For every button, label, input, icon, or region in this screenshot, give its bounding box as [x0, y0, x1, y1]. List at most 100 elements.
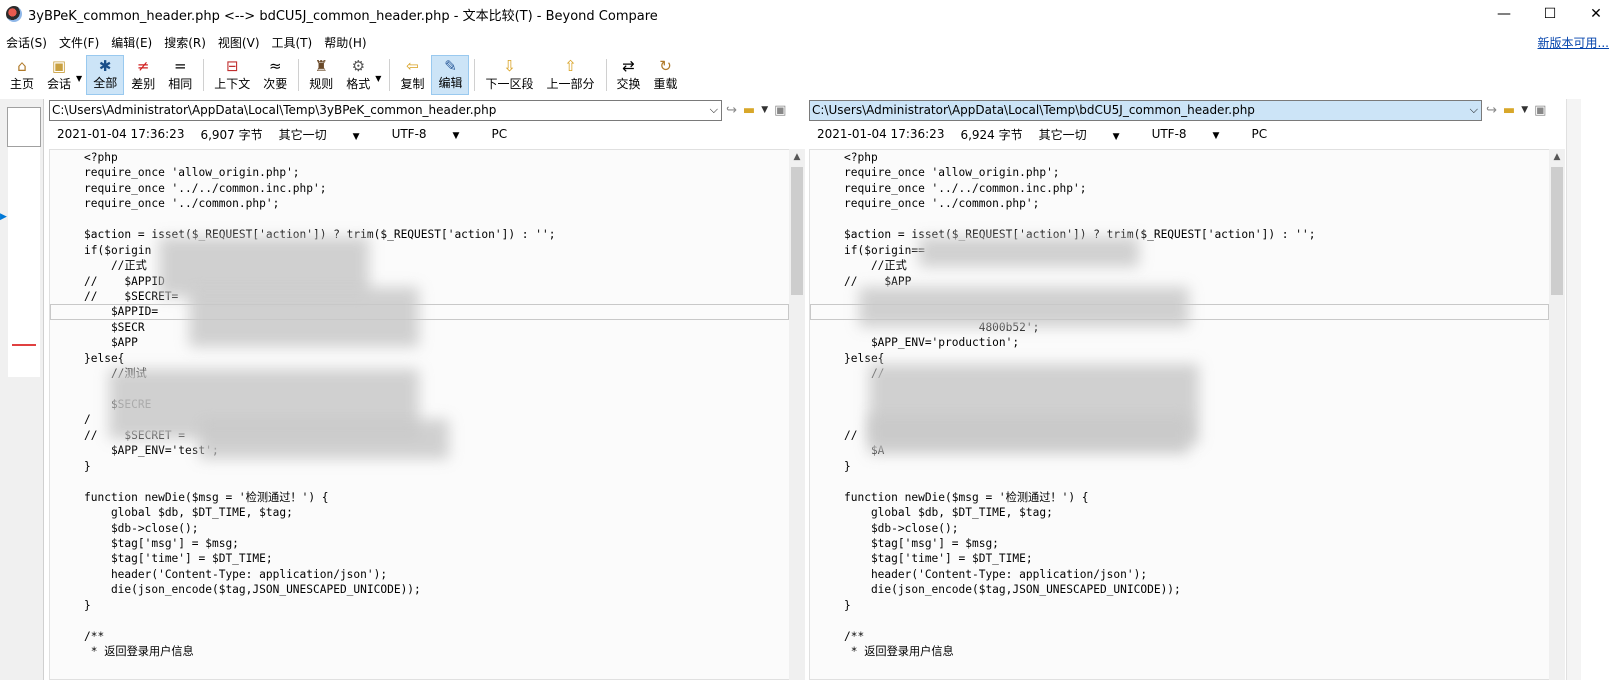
- context-button[interactable]: ⊟ 上下文: [208, 55, 256, 95]
- right-path-actions: ↪ ▬ ▼ ▣: [1486, 103, 1546, 118]
- code-line: /**: [84, 629, 105, 643]
- menu-help[interactable]: 帮助(H): [324, 34, 366, 51]
- code-line: $tag['time'] = $DT_TIME;: [844, 552, 1033, 566]
- scroll-up-icon[interactable]: ▲: [1549, 149, 1565, 165]
- overview-diff-marker: [12, 344, 36, 346]
- show-same-button[interactable]: = 相同: [162, 55, 198, 95]
- menu-session[interactable]: 会话(S): [6, 34, 47, 51]
- left-line-ending[interactable]: PC: [491, 127, 507, 141]
- toolbar: ⌂ 主页 ▣ 会话 ▼ ✱ 全部 ≠ 差别 = 相同 ⊟ 上下文 ≈ 次要 ♜ …: [0, 55, 1619, 95]
- left-encoding-mode: 其它一切: [278, 127, 327, 142]
- right-path-row: C:\Users\Administrator\AppData\Local\Tem…: [809, 99, 1565, 121]
- history-icon[interactable]: ↪: [726, 103, 737, 118]
- chevron-down-icon: ▼: [352, 131, 360, 142]
- code-line: require_once '../common.php';: [84, 197, 280, 211]
- right-encoding-dropdown[interactable]: 其它一切 ▼: [1039, 126, 1136, 143]
- show-all-button[interactable]: ✱ 全部: [86, 55, 125, 95]
- asterisk-icon: ✱: [98, 56, 112, 75]
- code-line: $tag['msg'] = $msg;: [844, 536, 999, 550]
- pencil-icon: ✎: [444, 56, 457, 75]
- code-line: }else{: [84, 351, 125, 365]
- copy-button[interactable]: ⇦ 复制: [394, 55, 430, 95]
- swap-button[interactable]: ⇄ 交换: [611, 55, 647, 95]
- left-scroll-thumb[interactable]: [791, 167, 803, 295]
- left-vertical-scrollbar[interactable]: ▲: [789, 149, 805, 680]
- copy-left-arrow-icon: ⇦: [406, 56, 419, 75]
- diff-overview-panel[interactable]: ▶: [0, 99, 44, 680]
- session-label: 会话: [47, 77, 72, 91]
- history-icon[interactable]: ↪: [1486, 103, 1497, 118]
- overview-viewport[interactable]: [7, 107, 41, 147]
- window-title: 3yBPeK_common_header.php <--> bdCU5J_com…: [28, 8, 658, 24]
- menu-tools[interactable]: 工具(T): [272, 34, 313, 51]
- close-button[interactable]: ✕: [1573, 0, 1619, 28]
- left-path-actions: ↪ ▬ ▼ ▣: [726, 103, 786, 118]
- code-line: }: [84, 598, 91, 612]
- redacted-region: [919, 237, 1139, 267]
- save-icon[interactable]: ▣: [774, 103, 786, 118]
- toolbar-separator: [389, 59, 391, 91]
- minor-button[interactable]: ≈ 次要: [257, 55, 293, 95]
- left-file-pane: C:\Users\Administrator\AppData\Local\Tem…: [49, 99, 805, 680]
- context-icon: ⊟: [225, 56, 239, 75]
- menu-view[interactable]: 视图(V): [218, 34, 260, 51]
- right-edge-panel: [1566, 99, 1619, 680]
- window-controls: — ☐ ✕: [1481, 0, 1619, 28]
- folder-open-icon[interactable]: ▬: [1503, 103, 1515, 118]
- rules-button[interactable]: ♜ 规则: [303, 55, 339, 95]
- format-button[interactable]: ⚙ 格式: [340, 55, 376, 95]
- show-diff-button[interactable]: ≠ 差别: [125, 55, 161, 95]
- session-button[interactable]: ▣ 会话: [41, 55, 77, 95]
- left-path-input[interactable]: C:\Users\Administrator\AppData\Local\Tem…: [49, 99, 722, 121]
- maximize-button[interactable]: ☐: [1527, 0, 1573, 28]
- left-path-row: C:\Users\Administrator\AppData\Local\Tem…: [49, 99, 805, 121]
- chevron-down-icon: ▼: [1212, 131, 1220, 141]
- chevron-down-icon[interactable]: ▼: [1521, 105, 1528, 115]
- left-encoding-dropdown[interactable]: 其它一切 ▼: [279, 126, 376, 143]
- scroll-up-icon[interactable]: ▲: [789, 149, 805, 165]
- home-icon: ⌂: [17, 56, 27, 75]
- save-icon[interactable]: ▣: [1534, 103, 1546, 118]
- down-arrow-icon: ⇩: [503, 56, 516, 75]
- swap-label: 交换: [616, 77, 641, 91]
- chevron-down-icon[interactable]: ▼: [761, 105, 768, 115]
- minimize-button[interactable]: —: [1481, 0, 1527, 28]
- code-line: $SECR: [84, 320, 145, 334]
- code-line: die(json_encode($tag,JSON_UNESCAPED_UNIC…: [84, 583, 421, 597]
- right-file-info: 2021-01-04 17:36:23 6,924 字节 其它一切 ▼ UTF-8…: [809, 121, 1565, 147]
- left-charset-dropdown[interactable]: UTF-8 ▼: [392, 127, 476, 141]
- next-section-button[interactable]: ⇩ 下一区段: [479, 55, 539, 95]
- not-equal-icon: ≠: [136, 56, 150, 75]
- reload-button[interactable]: ↻ 重载: [648, 55, 684, 95]
- menu-bar: 会话(S) 文件(F) 编辑(E) 搜索(R) 视图(V) 工具(T) 帮助(H…: [0, 31, 1619, 53]
- menu-search[interactable]: 搜索(R): [164, 34, 206, 51]
- title-bar: 3yBPeK_common_header.php <--> bdCU5J_com…: [0, 0, 1619, 28]
- edit-button[interactable]: ✎ 编辑: [431, 55, 470, 95]
- outer-scrollbar[interactable]: [1567, 99, 1581, 680]
- pane-indicator-icon: ▶: [0, 212, 7, 222]
- right-scroll-thumb[interactable]: [1551, 167, 1563, 295]
- show-all-label: 全部: [93, 76, 118, 90]
- left-file-info: 2021-01-04 17:36:23 6,907 字节 其它一切 ▼ UTF-8…: [49, 121, 805, 147]
- folder-open-icon[interactable]: ▬: [743, 103, 755, 118]
- edit-label: 编辑: [438, 76, 463, 90]
- code-line: require_once 'allow_origin.php';: [84, 166, 300, 180]
- chevron-down-icon[interactable]: ⌵: [710, 103, 718, 117]
- chevron-down-icon[interactable]: ⌵: [1470, 103, 1478, 117]
- reload-icon: ↻: [659, 56, 672, 75]
- right-line-ending[interactable]: PC: [1251, 127, 1267, 141]
- code-line: header('Content-Type: application/json')…: [84, 567, 388, 581]
- menu-edit[interactable]: 编辑(E): [111, 34, 152, 51]
- right-path-input[interactable]: C:\Users\Administrator\AppData\Local\Tem…: [809, 99, 1482, 121]
- code-line: require_once '../../common.inc.php';: [84, 181, 327, 195]
- prev-part-button[interactable]: ⇧ 上一部分: [541, 55, 601, 95]
- menu-file[interactable]: 文件(F): [59, 34, 99, 51]
- right-charset-dropdown[interactable]: UTF-8 ▼: [1152, 127, 1236, 141]
- right-vertical-scrollbar[interactable]: ▲: [1549, 149, 1565, 680]
- left-path-text: C:\Users\Administrator\AppData\Local\Tem…: [52, 103, 497, 117]
- new-version-link[interactable]: 新版本可用...: [1538, 34, 1609, 51]
- home-button[interactable]: ⌂ 主页: [4, 55, 40, 95]
- overview-map[interactable]: [8, 147, 40, 377]
